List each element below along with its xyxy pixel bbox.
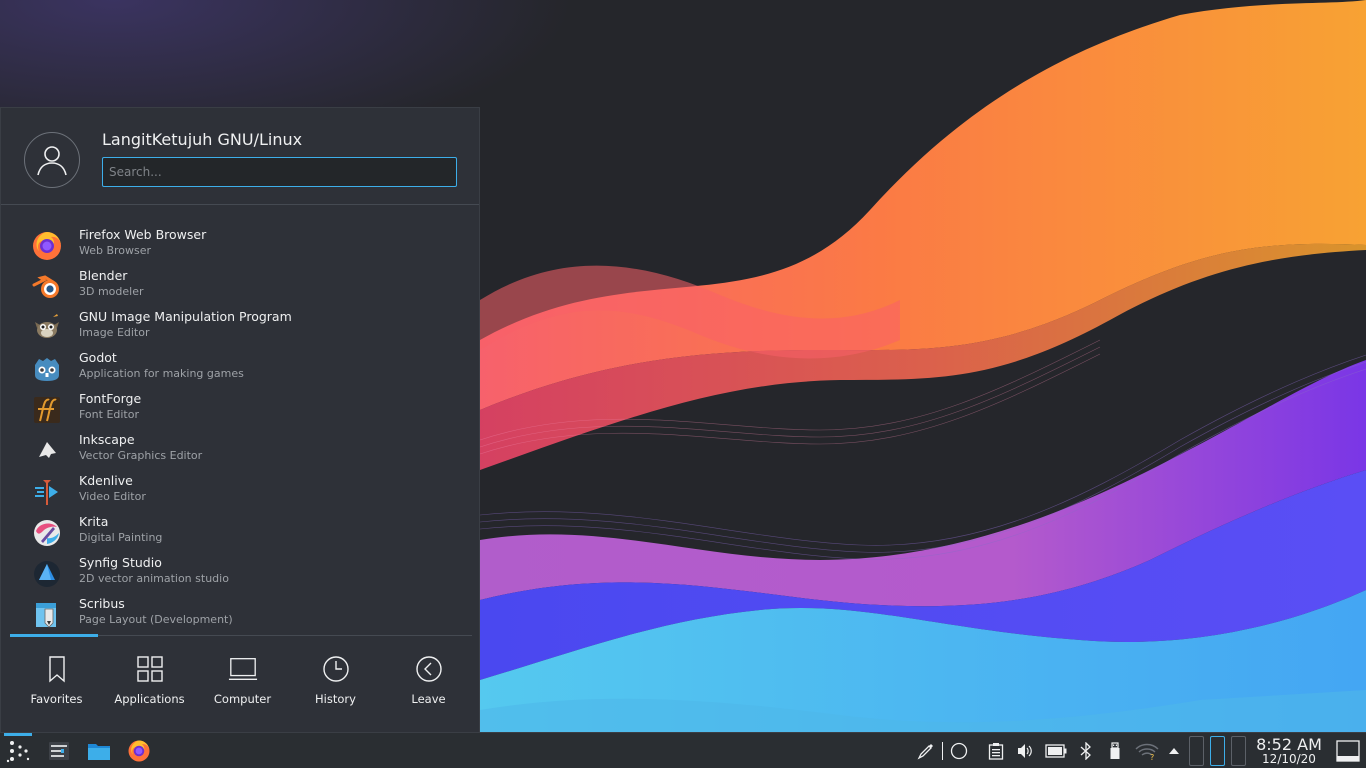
user-name: LangitKetujuh GNU/Linux [102, 130, 303, 149]
color-picker-icon [917, 744, 933, 760]
system-settings-icon [49, 742, 69, 760]
taskbar-system-settings[interactable] [45, 733, 73, 768]
blender-icon [30, 270, 64, 304]
taskbar-panel: ? 8:52 AM 12/10/20 [0, 732, 1366, 768]
synfig-icon [30, 557, 64, 591]
clock-icon [321, 654, 351, 684]
taskbar-firefox[interactable] [125, 733, 153, 768]
app-name: Kdenlive [79, 473, 133, 488]
app-description: Video Editor [79, 490, 146, 503]
app-name: GNU Image Manipulation Program [79, 309, 292, 324]
application-launcher-icon [6, 741, 30, 763]
kdenlive-icon [30, 475, 64, 509]
search-input[interactable] [102, 157, 457, 187]
bluetooth-button[interactable] [1076, 733, 1096, 768]
tab-leave[interactable]: Leave [382, 638, 475, 728]
back-arrow-icon [414, 654, 444, 684]
firefox-icon [128, 740, 150, 762]
tab-label: Computer [213, 692, 272, 706]
app-description: Vector Graphics Editor [79, 449, 203, 462]
application-launcher-button[interactable] [4, 733, 32, 768]
user-icon [37, 146, 67, 176]
app-name: Krita [79, 514, 109, 529]
bookmark-icon [42, 654, 72, 684]
bluetooth-icon [1080, 742, 1091, 760]
tab-history[interactable]: History [289, 638, 382, 728]
tab-label: Favorites [30, 692, 83, 706]
volume-icon [1018, 744, 1032, 758]
tray-divider [940, 733, 944, 768]
grid-icon [135, 654, 165, 684]
circle-tray-button[interactable] [948, 733, 970, 768]
list-item-krita[interactable]: Krita Digital Painting [1, 512, 481, 553]
favorites-list: Firefox Web Browser Web Browser Blender … [1, 225, 481, 635]
app-description: Web Browser [79, 244, 152, 257]
tab-favorites[interactable]: Favorites [10, 638, 103, 728]
app-name: Scribus [79, 596, 125, 611]
app-description: Image Editor [79, 326, 150, 339]
inkscape-icon [30, 434, 64, 468]
virtual-desktop-2[interactable] [1210, 736, 1225, 766]
tab-label: History [315, 692, 356, 706]
file-manager-icon [88, 744, 110, 760]
godot-icon [30, 352, 64, 386]
show-desktop-button[interactable] [1334, 733, 1362, 768]
app-description: Application for making games [79, 367, 244, 380]
virtual-desktop-3[interactable] [1231, 736, 1246, 766]
list-item-inkscape[interactable]: Inkscape Vector Graphics Editor [1, 430, 481, 471]
show-desktop-icon [1336, 740, 1360, 762]
app-description: Page Layout (Development) [79, 613, 233, 626]
list-item-kdenlive[interactable]: Kdenlive Video Editor [1, 471, 481, 512]
firefox-icon [30, 229, 64, 263]
app-name: Godot [79, 350, 117, 365]
circle-icon [950, 742, 968, 760]
app-description: Digital Painting [79, 531, 163, 544]
app-name: Firefox Web Browser [79, 227, 207, 242]
app-description: 2D vector animation studio [79, 572, 229, 585]
laptop-icon [228, 654, 258, 684]
menu-tab-bar: Favorites Applications Computer History … [10, 638, 475, 728]
scribus-icon [30, 598, 64, 632]
list-item-firefox[interactable]: Firefox Web Browser Web Browser [1, 225, 481, 266]
app-name: Blender [79, 268, 128, 283]
tab-computer[interactable]: Computer [196, 638, 289, 728]
list-item-synfig[interactable]: Synfig Studio 2D vector animation studio [1, 553, 481, 594]
fontforge-icon [30, 393, 64, 427]
wifi-icon: ? [1135, 743, 1159, 760]
active-tab-indicator [10, 634, 98, 637]
gimp-icon [30, 311, 64, 345]
expand-tray-button[interactable] [1164, 733, 1184, 768]
tab-label: Applications [114, 692, 185, 706]
list-item-gimp[interactable]: GNU Image Manipulation Program Image Edi… [1, 307, 481, 348]
list-item-godot[interactable]: Godot Application for making games [1, 348, 481, 389]
virtual-desktop-1[interactable] [1189, 736, 1204, 766]
tab-applications[interactable]: Applications [103, 638, 196, 728]
app-name: FontForge [79, 391, 142, 406]
app-description: Font Editor [79, 408, 140, 421]
network-button[interactable]: ? [1134, 733, 1160, 768]
list-item-fontforge[interactable]: FontForge Font Editor [1, 389, 481, 430]
clipboard-icon [988, 743, 1004, 760]
list-item-scribus[interactable]: Scribus Page Layout (Development) [1, 594, 481, 635]
usb-drive-button[interactable] [1105, 733, 1125, 768]
clipboard-button[interactable] [985, 733, 1007, 768]
clock-date[interactable]: 12/10/20 [1254, 752, 1324, 766]
krita-icon [30, 516, 64, 550]
color-picker-button[interactable] [915, 733, 937, 768]
volume-button[interactable] [1014, 733, 1036, 768]
app-description: 3D modeler [79, 285, 144, 298]
battery-icon [1045, 744, 1067, 758]
application-launcher-menu: LangitKetujuh GNU/Linux Firefox Web Brow… [0, 107, 480, 732]
expand-arrow-icon [1169, 748, 1179, 754]
list-item-blender[interactable]: Blender 3D modeler [1, 266, 481, 307]
tab-label: Leave [411, 692, 446, 706]
battery-button[interactable] [1044, 733, 1068, 768]
taskbar-file-manager[interactable] [85, 733, 113, 768]
svg-text:?: ? [1150, 753, 1154, 760]
app-name: Inkscape [79, 432, 135, 447]
user-avatar[interactable] [24, 132, 80, 188]
app-name: Synfig Studio [79, 555, 162, 570]
menu-header: LangitKetujuh GNU/Linux [1, 108, 479, 205]
usb-drive-icon [1110, 742, 1120, 759]
